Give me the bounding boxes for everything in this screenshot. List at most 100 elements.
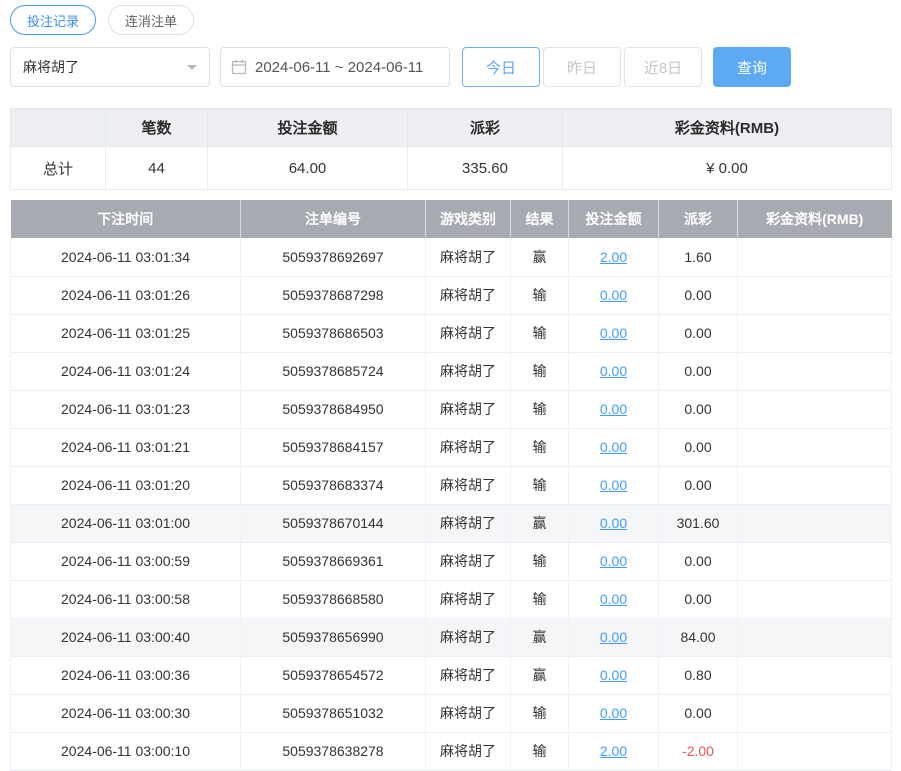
summary-total-jackpot: ¥ 0.00 (562, 146, 892, 190)
game-type-cell: 麻将胡了 (425, 466, 511, 505)
table-row: 2024-06-11 03:01:21 5059378684157 麻将胡了 输… (10, 428, 892, 467)
records-table: 下注时间 注单编号 游戏类别 结果 投注金额 派彩 彩金资料(RMB) 2024… (10, 200, 892, 771)
payout-cell: -2.00 (658, 732, 738, 771)
bet-amount-cell: 2.00 (568, 732, 659, 771)
table-row: 2024-06-11 03:01:24 5059378685724 麻将胡了 输… (10, 352, 892, 391)
game-type-cell: 麻将胡了 (425, 428, 511, 467)
payout-cell: 1.60 (658, 238, 738, 277)
table-row: 2024-06-11 03:01:20 5059378683374 麻将胡了 输… (10, 466, 892, 505)
bet-amount-cell: 0.00 (568, 390, 659, 429)
summary-header-payout: 派彩 (407, 108, 563, 147)
game-select-value: 麻将胡了 (23, 59, 79, 75)
jackpot-cell (737, 618, 892, 657)
jackpot-cell (737, 314, 892, 353)
order-number-cell: 5059378669361 (240, 542, 426, 581)
result-cell: 输 (510, 390, 569, 429)
query-button[interactable]: 查询 (713, 47, 791, 87)
game-type-cell: 麻将胡了 (425, 542, 511, 581)
bet-time-cell: 2024-06-11 03:01:24 (10, 352, 241, 391)
game-type-cell: 麻将胡了 (425, 618, 511, 657)
bet-amount-link[interactable]: 0.00 (600, 477, 627, 493)
summary-total-row: 总计 44 64.00 335.60 ¥ 0.00 (10, 146, 892, 190)
bet-amount-link[interactable]: 0.00 (600, 553, 627, 569)
bet-amount-cell: 0.00 (568, 314, 659, 353)
payout-cell: 0.00 (658, 276, 738, 315)
table-row: 2024-06-11 03:01:23 5059378684950 麻将胡了 输… (10, 390, 892, 429)
summary-header-jackpot: 彩金资料(RMB) (562, 108, 892, 147)
header-result: 结果 (510, 200, 569, 238)
bet-amount-link[interactable]: 0.00 (600, 439, 627, 455)
summary-header-blank (10, 108, 106, 147)
result-cell: 赢 (510, 656, 569, 695)
chevron-down-icon (187, 64, 197, 75)
payout-cell: 0.00 (658, 542, 738, 581)
bet-amount-link[interactable]: 0.00 (600, 705, 627, 721)
result-cell: 输 (510, 352, 569, 391)
bet-amount-link[interactable]: 0.00 (600, 515, 627, 531)
filter-row: 麻将胡了 2024-06-11 ~ 2024-06-11 今日 昨日 近8日 查… (10, 47, 891, 87)
order-number-cell: 5059378684157 (240, 428, 426, 467)
bet-amount-cell: 0.00 (568, 618, 659, 657)
result-cell: 输 (510, 428, 569, 467)
result-cell: 输 (510, 694, 569, 733)
bet-amount-link[interactable]: 0.00 (600, 325, 627, 341)
result-cell: 赢 (510, 238, 569, 277)
result-cell: 输 (510, 466, 569, 505)
game-select[interactable]: 麻将胡了 (10, 47, 210, 87)
bet-time-cell: 2024-06-11 03:00:59 (10, 542, 241, 581)
order-number-cell: 5059378654572 (240, 656, 426, 695)
header-order-number: 注单编号 (240, 200, 426, 238)
bet-amount-cell: 0.00 (568, 656, 659, 695)
jackpot-cell (737, 656, 892, 695)
date-range-input[interactable]: 2024-06-11 ~ 2024-06-11 (220, 47, 450, 87)
summary-total-count: 44 (105, 146, 208, 190)
table-row: 2024-06-11 03:00:30 5059378651032 麻将胡了 输… (10, 694, 892, 733)
jackpot-cell (737, 732, 892, 771)
bet-amount-cell: 0.00 (568, 428, 659, 467)
bet-time-cell: 2024-06-11 03:01:20 (10, 466, 241, 505)
game-type-cell: 麻将胡了 (425, 238, 511, 277)
table-row: 2024-06-11 03:01:00 5059378670144 麻将胡了 赢… (10, 504, 892, 543)
result-cell: 输 (510, 314, 569, 353)
records-tbody: 2024-06-11 03:01:34 5059378692697 麻将胡了 赢… (10, 238, 892, 771)
order-number-cell: 5059378638278 (240, 732, 426, 771)
jackpot-cell (737, 694, 892, 733)
bet-amount-link[interactable]: 2.00 (600, 743, 627, 759)
table-row: 2024-06-11 03:00:36 5059378654572 麻将胡了 赢… (10, 656, 892, 695)
tab-cancelled-bets[interactable]: 连消注单 (108, 5, 195, 35)
table-row: 2024-06-11 03:01:26 5059378687298 麻将胡了 输… (10, 276, 892, 315)
jackpot-cell (737, 580, 892, 619)
bet-amount-link[interactable]: 0.00 (600, 287, 627, 303)
payout-cell: 0.00 (658, 694, 738, 733)
game-type-cell: 麻将胡了 (425, 276, 511, 315)
bet-amount-link[interactable]: 0.00 (600, 591, 627, 607)
bet-time-cell: 2024-06-11 03:01:26 (10, 276, 241, 315)
bet-amount-link[interactable]: 0.00 (600, 629, 627, 645)
game-type-cell: 麻将胡了 (425, 504, 511, 543)
bet-amount-cell: 0.00 (568, 580, 659, 619)
bet-amount-link[interactable]: 2.00 (600, 249, 627, 265)
summary-total-label: 总计 (10, 146, 106, 190)
order-number-cell: 5059378685724 (240, 352, 426, 391)
bet-time-cell: 2024-06-11 03:00:40 (10, 618, 241, 657)
bet-amount-cell: 2.00 (568, 238, 659, 277)
header-bet-amount: 投注金额 (568, 200, 659, 238)
last-8-days-button[interactable]: 近8日 (624, 47, 702, 87)
jackpot-cell (737, 428, 892, 467)
bet-amount-link[interactable]: 0.00 (600, 363, 627, 379)
bet-amount-link[interactable]: 0.00 (600, 667, 627, 683)
summary-header-bet-amount: 投注金额 (207, 108, 408, 147)
bet-amount-cell: 0.00 (568, 466, 659, 505)
result-cell: 输 (510, 542, 569, 581)
bet-amount-link[interactable]: 0.00 (600, 401, 627, 417)
today-button[interactable]: 今日 (462, 47, 540, 87)
payout-cell: 301.60 (658, 504, 738, 543)
bet-amount-cell: 0.00 (568, 542, 659, 581)
betting-records-page: 投注记录 连消注单 麻将胡了 2024-06-11 ~ 2024-06-11 今… (0, 0, 901, 771)
tab-betting-records[interactable]: 投注记录 (10, 5, 97, 35)
bet-time-cell: 2024-06-11 03:01:00 (10, 504, 241, 543)
calendar-icon (231, 59, 247, 75)
bet-time-cell: 2024-06-11 03:00:36 (10, 656, 241, 695)
game-type-cell: 麻将胡了 (425, 732, 511, 771)
yesterday-button[interactable]: 昨日 (543, 47, 621, 87)
